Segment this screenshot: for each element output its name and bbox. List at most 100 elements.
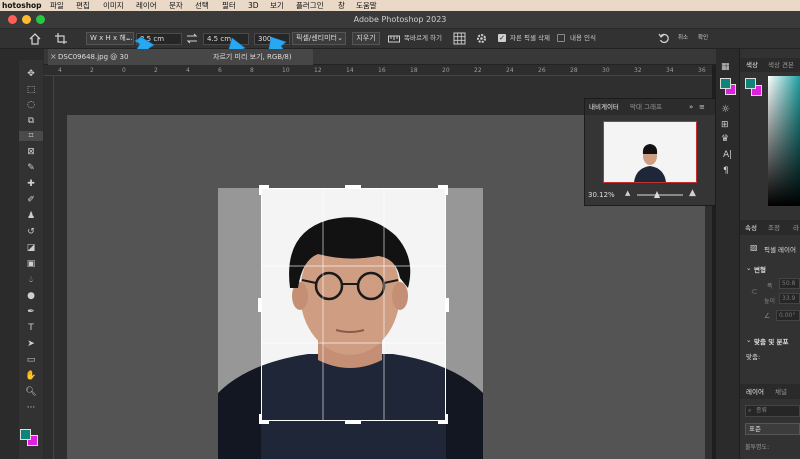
pixel-layer-label: 픽셀 레이어 [764,246,796,254]
chevron-down-icon[interactable]: ⌄ [746,336,751,344]
ruler-tick-label: 26 [538,67,546,74]
ruler-tick-label: 30 [602,67,610,74]
adjustments-icon[interactable]: ☼ [721,104,730,115]
type-tool-icon[interactable]: T [19,323,43,333]
paragraph-panel-icon[interactable]: ¶ [723,166,729,176]
swatches-icon[interactable]: ⊞ [721,120,729,130]
healing-brush-tool-icon[interactable]: ✚ [19,179,43,189]
blur-tool-icon[interactable]: 💧︎ [19,275,43,285]
width-field-label: 폭 [767,283,773,290]
tab-layers[interactable]: 레이어 [746,386,764,398]
navigator-zoom-value[interactable]: 30.12% [588,191,615,199]
libraries-icon[interactable]: ♛ [721,134,729,144]
ruler-tick-label: 18 [410,67,418,74]
ruler-tick-label: 32 [634,67,642,74]
crop-grid [262,189,445,420]
ruler-tick-label: 22 [474,67,482,74]
transform-section-title[interactable]: 변형 [754,264,766,274]
align-section-title[interactable]: 맞춤 및 분포 [754,336,788,346]
navigator-zoom-slider[interactable] [637,194,683,196]
close-tab-icon[interactable]: × [50,49,57,65]
navigator-thumbnail[interactable] [603,121,697,183]
search-icon: ⌕ [748,407,752,414]
blend-mode-select[interactable]: 표준 [745,423,800,435]
character-panel-icon[interactable]: A| [723,150,732,160]
transform-width-input[interactable]: 50.8 [779,278,800,289]
frame-tool-icon[interactable]: ⊠ [19,147,43,157]
gradient-tool-icon[interactable]: ▣ [19,259,43,269]
ruler-tick-label: 2 [90,67,94,74]
tab-channels[interactable]: 채널 [775,386,787,398]
path-select-tool-icon[interactable]: ➤ [19,339,43,349]
ruler-tick-label: 16 [378,67,386,74]
stamp-tool-icon[interactable]: ♟ [19,211,43,221]
ruler-tick-label: 14 [346,67,354,74]
ruler-tick-label: 34 [666,67,674,74]
ruler-tick-label: 6 [218,67,222,74]
history-brush-tool-icon[interactable]: ↺ [19,227,43,237]
tab-adjustments[interactable]: 조정 [768,222,780,234]
color-panel-icon[interactable]: ▦ [721,62,730,72]
tab-swatches[interactable]: 색상 견본 [768,59,794,71]
ruler-tick-label: 10 [282,67,290,74]
eraser-tool-icon[interactable]: ◪ [19,243,43,253]
crop-handle-bottom-left[interactable] [259,414,269,424]
crop-tool-icon[interactable]: ⌗ [19,131,43,141]
ruler-tick-label: 4 [58,67,62,74]
crop-handle-top[interactable] [345,185,361,188]
align-label: 맞춤: [746,353,761,361]
crop-handle-bottom[interactable] [345,421,361,424]
tab-navigator[interactable]: 내비게이터 [589,101,619,113]
crop-handle-left[interactable] [258,298,261,312]
opacity-label: 불투명도: [745,444,770,451]
ruler-tick-label: 36 [698,67,706,74]
ruler-tick-label: 28 [570,67,578,74]
layer-filter-input[interactable]: 종류 [745,405,800,417]
panel-menu-icon[interactable]: ≡ [699,101,705,113]
brush-tool-icon[interactable]: ✐ [19,195,43,205]
eyedropper-tool-icon[interactable]: ✎ [19,163,43,173]
transform-height-input[interactable]: 33.9 [779,293,800,304]
lasso-tool-icon[interactable]: ◌ [19,100,43,110]
crop-box[interactable] [261,188,446,421]
height-field-label: 높이 [764,298,776,305]
foreground-color-swatch[interactable] [20,429,31,440]
tab-properties[interactable]: 속성 [745,222,757,234]
object-select-tool-icon[interactable]: ⧉ [19,116,43,126]
ruler-tick-label: 2 [154,67,158,74]
panel-expand-icon[interactable]: » [689,101,693,113]
panel-fg-swatch[interactable] [745,78,756,89]
move-tool-icon[interactable]: ✥ [19,69,43,79]
ruler-tick-label: 24 [506,67,514,74]
zoom-in-icon[interactable]: ▲ [689,188,696,198]
color-picker-field[interactable] [768,76,800,206]
rectangle-tool-icon[interactable]: ▭ [19,355,43,365]
ruler-tick-label: 8 [250,67,254,74]
zoom-tool-icon[interactable]: 🔍︎ [19,387,43,397]
tab-libraries[interactable]: 라 [793,222,799,234]
chevron-down-icon[interactable]: ⌄ [746,264,751,272]
crop-handle-right[interactable] [446,298,449,312]
tab-histogram[interactable]: 막대 그래프 [630,101,662,113]
zoom-out-icon[interactable]: ▲ [625,189,630,197]
pixel-layer-icon: ▨ [750,243,758,252]
tab-color[interactable]: 색상 [746,59,758,71]
color-swatch-fg-icon [720,78,731,89]
more-tools-icon[interactable]: ··· [19,403,43,413]
dodge-tool-icon[interactable]: ● [19,291,43,301]
ruler-tick-label: 20 [442,67,450,74]
crop-handle-top-left[interactable] [259,185,269,195]
ruler-tick-label: 12 [314,67,322,74]
crop-handle-top-right[interactable] [438,185,448,195]
navigator-panel: 내비게이터 막대 그래프 » ≡ 30.12% ▲ ▲ [584,98,716,206]
document-tab-label-suffix: 자르기 미리 보기, RGB/8) [213,53,292,61]
vertical-ruler [44,76,54,459]
angle-input[interactable]: 0.00° [776,310,800,321]
crop-handle-bottom-right[interactable] [438,414,448,424]
link-icon[interactable]: ⊂ [751,287,758,296]
ruler-tick-label: 0 [122,67,126,74]
marquee-tool-icon[interactable]: ⬚ [19,85,43,95]
hand-tool-icon[interactable]: ✋ [19,371,43,381]
pen-tool-icon[interactable]: ✒ [19,307,43,317]
document-tab[interactable]: × DSC09648.jpg @ 30 자르기 미리 보기, RGB/8) [48,49,313,65]
